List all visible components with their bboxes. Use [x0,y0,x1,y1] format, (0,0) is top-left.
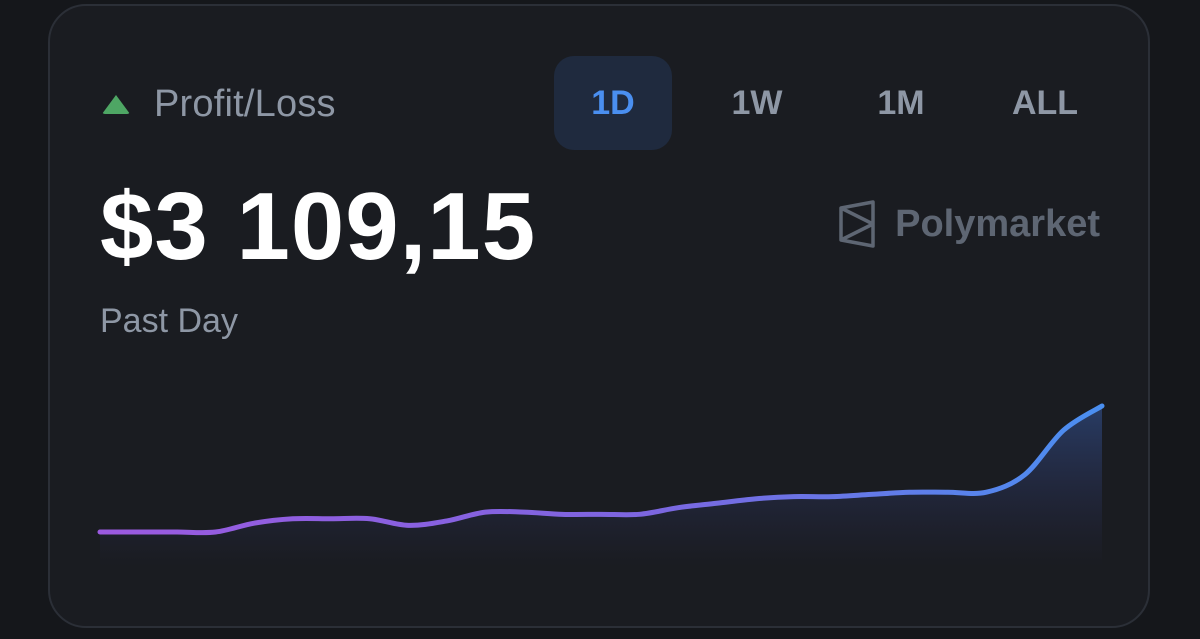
tab-1m[interactable]: 1M [842,56,960,150]
polymarket-logo-icon [839,200,875,248]
period-label: Past Day [100,302,238,340]
profit-loss-header: Profit/Loss [102,80,336,128]
brand-name: Polymarket [895,202,1100,245]
tab-1w[interactable]: 1W [698,56,816,150]
profit-loss-chart [97,403,1105,566]
time-range-tabs: 1D 1W 1M ALL [554,56,1130,150]
profit-loss-label: Profit/Loss [154,82,336,125]
triangle-up-icon [102,94,130,114]
tab-all[interactable]: ALL [986,56,1104,150]
brand-badge: Polymarket [837,200,1100,248]
chart-area-fill [100,406,1102,566]
tab-1d[interactable]: 1D [554,56,672,150]
profit-loss-card: Profit/Loss 1D 1W 1M ALL $3 109,15 Polym… [48,4,1150,628]
profit-loss-amount: $3 109,15 [100,173,537,280]
